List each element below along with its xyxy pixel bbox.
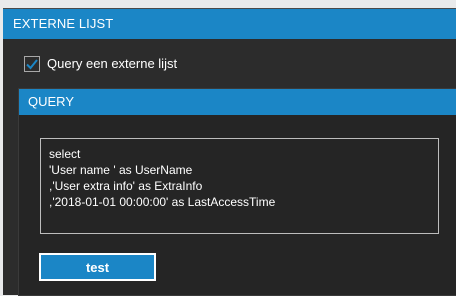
panel-title: EXTERNE LIJST <box>3 9 456 39</box>
query-externe-lijst-option[interactable]: Query een externe lijst <box>24 55 177 73</box>
query-textarea[interactable]: select 'User name ' as UserName ,'User e… <box>40 138 439 234</box>
query-line: select <box>49 147 81 161</box>
query-section-title: QUERY <box>19 89 456 115</box>
query-line: ,'User extra info' as ExtraInfo <box>49 179 203 193</box>
checkmark-icon <box>26 59 38 70</box>
query-line: ,'2018-01-01 00:00:00' as LastAccessTime <box>49 195 276 209</box>
test-button[interactable]: test <box>39 253 156 281</box>
query-line: 'User name ' as UserName <box>49 163 193 177</box>
checkbox-label[interactable]: Query een externe lijst <box>47 55 177 73</box>
query-section: QUERY select 'User name ' as UserName ,'… <box>18 88 456 296</box>
externe-lijst-panel: EXTERNE LIJST Query een externe lijst QU… <box>3 8 456 296</box>
query-externe-lijst-checkbox[interactable] <box>24 56 40 72</box>
